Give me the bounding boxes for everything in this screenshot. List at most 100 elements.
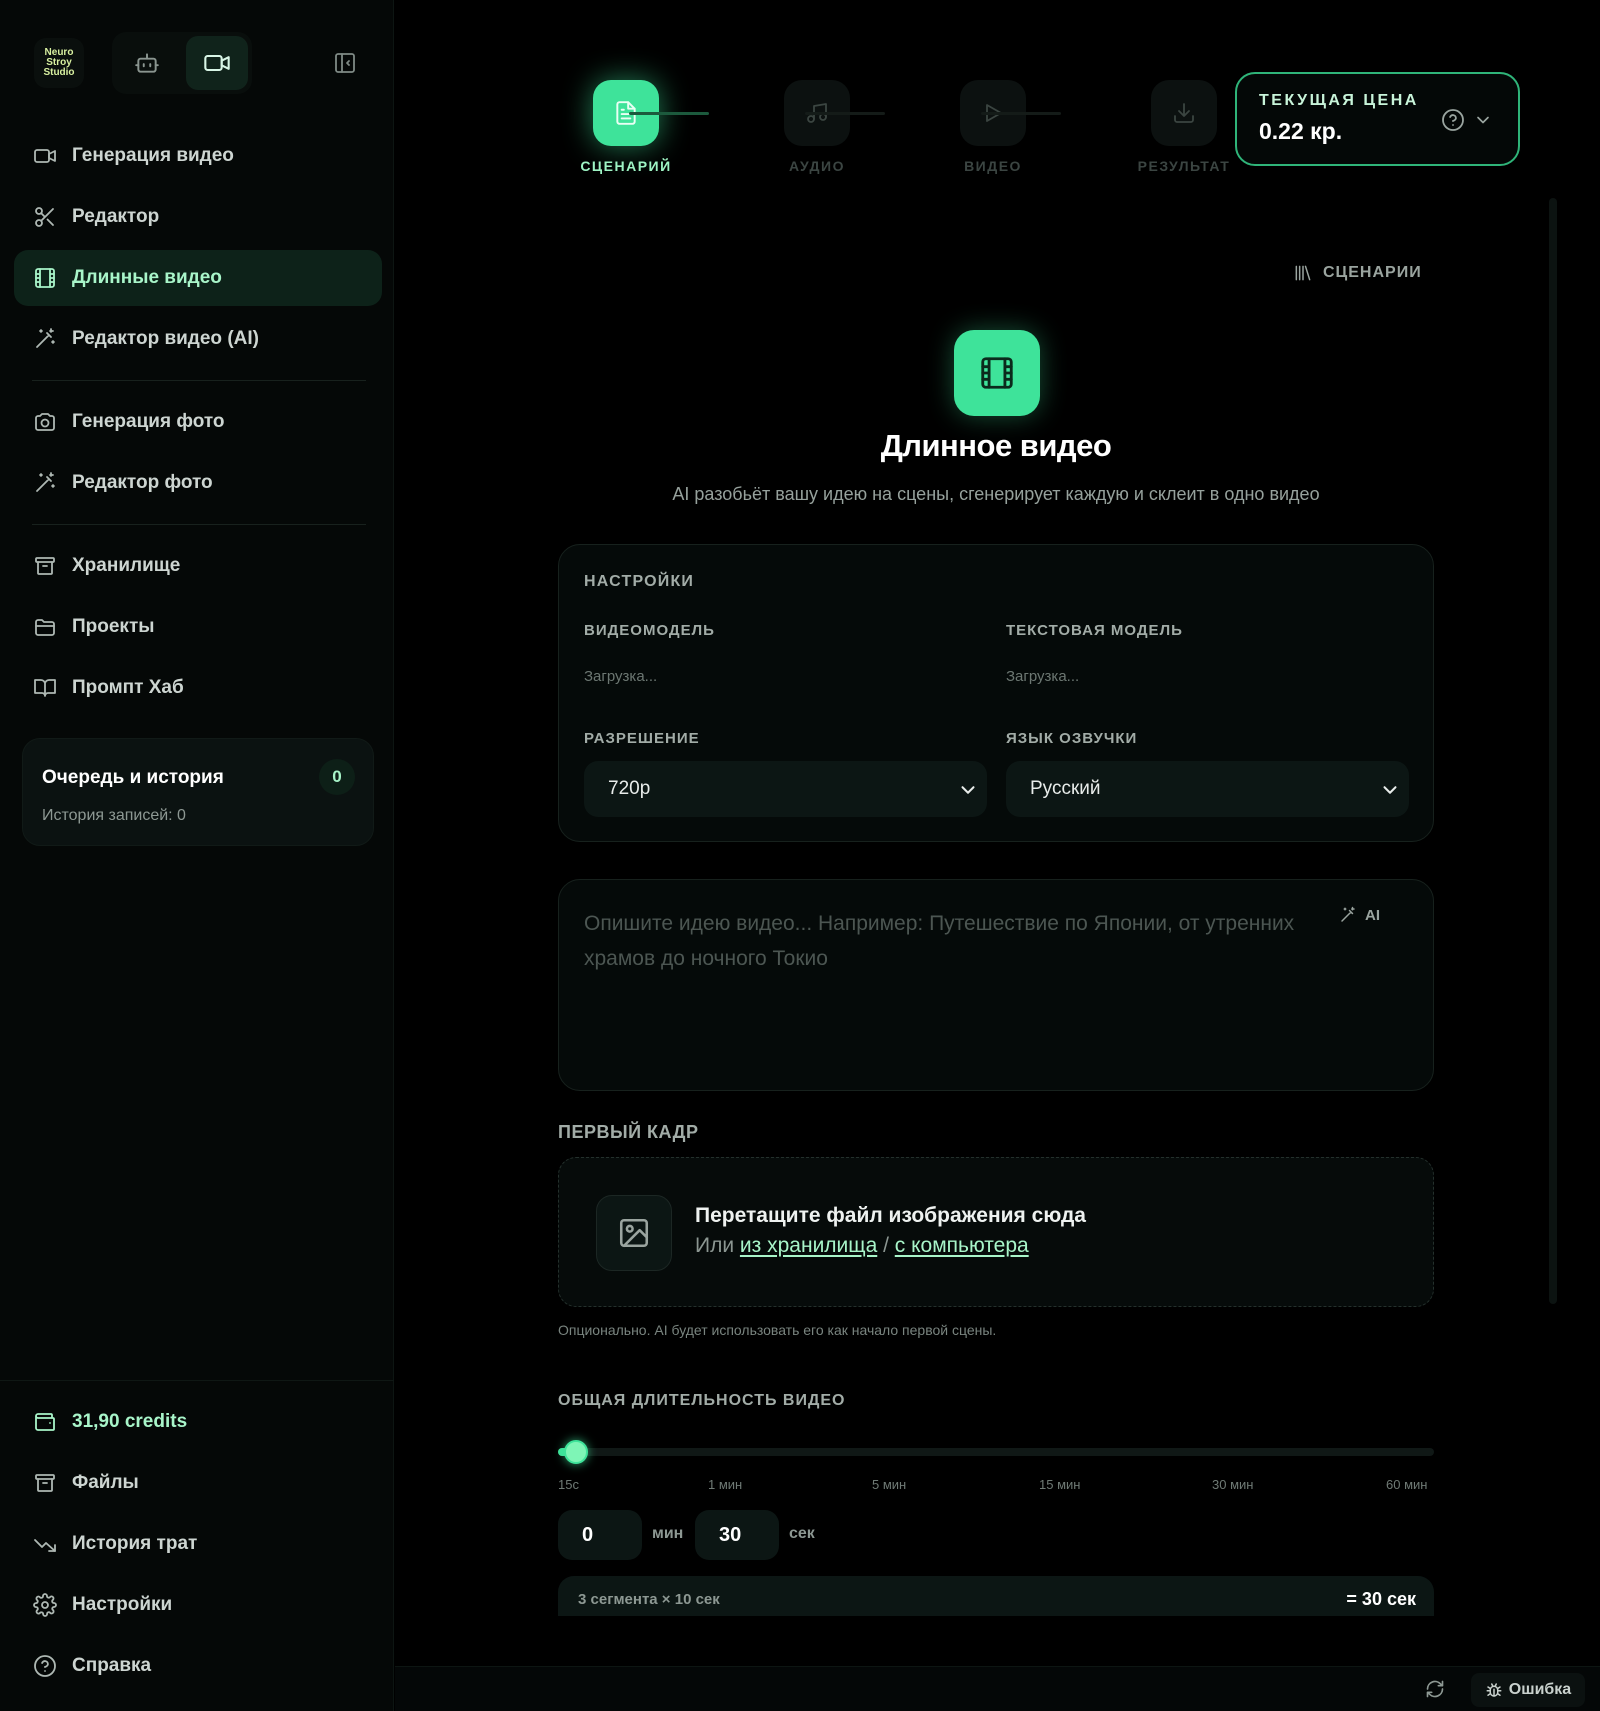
sidebar-item-settings[interactable]: Настройки [14,1577,382,1633]
idea-textarea[interactable]: Опишите идею видео... Например: Путешест… [558,879,1434,1091]
page-subtitle: AI разобьёт вашу идею на сцены, сгенерир… [672,484,1320,504]
refresh-icon[interactable] [1425,1679,1447,1701]
settings-title: НАСТРОЙКИ [584,573,695,590]
text-model-loading: Загрузка... [1006,668,1080,685]
sidebar-item-photo-editor[interactable]: Редактор фото [14,455,382,511]
page-title: Длинное видео [880,428,1112,463]
sidebar-item-storage[interactable]: Хранилище [14,538,382,594]
duration-minutes-input[interactable]: 0 [558,1510,642,1560]
help-icon [32,1653,58,1679]
duration-summary: 3 сегмента × 10 сек = 30 сек [558,1576,1434,1616]
chevron-down-icon [957,779,979,801]
folder-icon [32,614,58,640]
sidebar-item-video-generation[interactable]: Генерация видео [14,128,382,184]
magic-wand-icon [32,470,58,496]
duration-slider-thumb[interactable] [563,1440,588,1464]
first-frame-title: ПЕРВЫЙ КАДР [558,1122,699,1142]
chevron-down-icon[interactable] [1473,110,1493,130]
step-video[interactable]: ВИДЕО [933,80,1053,174]
voice-language-label: ЯЗЫК ОЗВУЧКИ [1006,730,1138,747]
step-connector [805,112,885,115]
sidebar-item-prompt-hub[interactable]: Промпт Хаб [14,660,382,716]
text-model-label: ТЕКСТОВАЯ МОДЕЛЬ [1006,622,1183,639]
video-camera-icon [203,49,231,77]
step-audio[interactable]: АУДИО [757,80,877,174]
sidebar: Neuro Stroy Studio Генерация видео Редак… [0,0,394,1711]
dropzone-title: Перетащите файл изображения сюда [695,1204,1086,1227]
price-label: ТЕКУЩАЯ ЦЕНА [1259,92,1419,109]
settings-card: НАСТРОЙКИ ВИДЕОМОДЕЛЬ Загрузка... ТЕКСТО… [558,544,1434,842]
from-computer-link[interactable]: с компьютера [895,1234,1029,1257]
camera-icon [32,409,58,435]
duration-tick: 60 мин [1386,1477,1428,1492]
sidebar-item-video-editor-ai[interactable]: Редактор видео (AI) [14,311,382,367]
step-connector [629,112,709,115]
queue-title: Очередь и история [42,767,224,788]
magic-wand-icon [1339,906,1357,924]
minutes-unit: мин [652,1525,684,1542]
voice-language-select[interactable]: Русский [1006,761,1409,817]
sidebar-bottom-divider [0,1380,394,1381]
queue-history-panel[interactable]: Очередь и история 0 История записей: 0 [22,738,374,846]
sidebar-item-files[interactable]: Файлы [14,1455,382,1511]
sidebar-item-help[interactable]: Справка [14,1638,382,1694]
idea-placeholder: Опишите идею видео... Например: Путешест… [584,912,1295,970]
main-content: СЦЕНАРИЙ АУДИО ВИДЕО РЕЗУЛЬТАТ ТЕКУЩАЯ Ц… [395,0,1600,1711]
scrollbar[interactable] [1549,198,1557,1304]
ai-enhance-button[interactable]: AI [1339,906,1380,924]
robot-icon [134,50,160,76]
from-storage-link[interactable]: из хранилища [740,1234,877,1257]
sidebar-divider [32,524,366,525]
total-duration: = 30 сек [1346,1589,1416,1609]
duration-seconds-input[interactable]: 30 [695,1510,779,1560]
video-model-label: ВИДЕОМОДЕЛЬ [584,622,715,639]
status-bar: Ошибка [395,1666,1600,1711]
sidebar-item-editor[interactable]: Редактор [14,189,382,245]
collapse-sidebar-button[interactable] [330,48,360,78]
duration-tick: 15с [558,1477,579,1492]
library-icon [1293,263,1313,283]
segments-summary: 3 сегмента × 10 сек [578,1591,720,1608]
chevron-down-icon [1379,779,1401,801]
sidebar-item-spending-history[interactable]: История трат [14,1516,382,1572]
content-fade [395,1616,1600,1666]
duration-title: ОБЩАЯ ДЛИТЕЛЬНОСТЬ ВИДЕО [558,1392,846,1409]
download-icon [1172,101,1196,125]
wallet-icon [32,1409,58,1435]
magic-wand-icon [32,326,58,352]
sidebar-collapse-icon [333,51,357,75]
resolution-select[interactable]: 720p [584,761,987,817]
video-model-loading: Загрузка... [584,668,658,685]
sidebar-item-projects[interactable]: Проекты [14,599,382,655]
sidebar-item-credits[interactable]: 31,90 credits [14,1394,382,1450]
video-icon [32,143,58,169]
film-icon [32,265,58,291]
first-frame-hint: Опционально. AI будет использовать его к… [558,1322,997,1338]
queue-subtitle: История записей: 0 [42,807,186,824]
seconds-unit: сек [789,1525,815,1542]
current-price-panel[interactable]: ТЕКУЩАЯ ЦЕНА 0.22 кр. [1235,72,1520,166]
step-scenario[interactable]: СЦЕНАРИЙ [566,80,686,174]
mode-tab-bot[interactable] [116,36,178,90]
scenarios-link[interactable]: СЦЕНАРИИ [1293,263,1422,283]
app-logo[interactable]: Neuro Stroy Studio [34,38,84,88]
film-icon [954,330,1040,416]
mode-switcher [112,32,252,94]
sidebar-item-long-videos[interactable]: Длинные видео [14,250,382,306]
duration-tick: 30 мин [1212,1477,1254,1492]
duration-tick: 15 мин [1039,1477,1081,1492]
sidebar-item-photo-generation[interactable]: Генерация фото [14,394,382,450]
first-frame-dropzone[interactable]: Перетащите файл изображения сюда Или из … [558,1157,1434,1307]
wizard-stepper: СЦЕНАРИЙ АУДИО ВИДЕО РЕЗУЛЬТАТ [395,0,1229,200]
image-icon [596,1195,672,1271]
sidebar-header: Neuro Stroy Studio [0,0,394,120]
help-icon[interactable] [1441,108,1465,132]
duration-slider[interactable] [558,1440,1434,1464]
error-button[interactable]: Ошибка [1471,1673,1585,1707]
trend-down-icon [32,1531,58,1557]
bug-icon [1485,1681,1503,1699]
step-result[interactable]: РЕЗУЛЬТАТ [1124,80,1244,174]
scissors-icon [32,204,58,230]
mode-tab-video[interactable] [186,36,248,90]
archive-icon [32,1470,58,1496]
